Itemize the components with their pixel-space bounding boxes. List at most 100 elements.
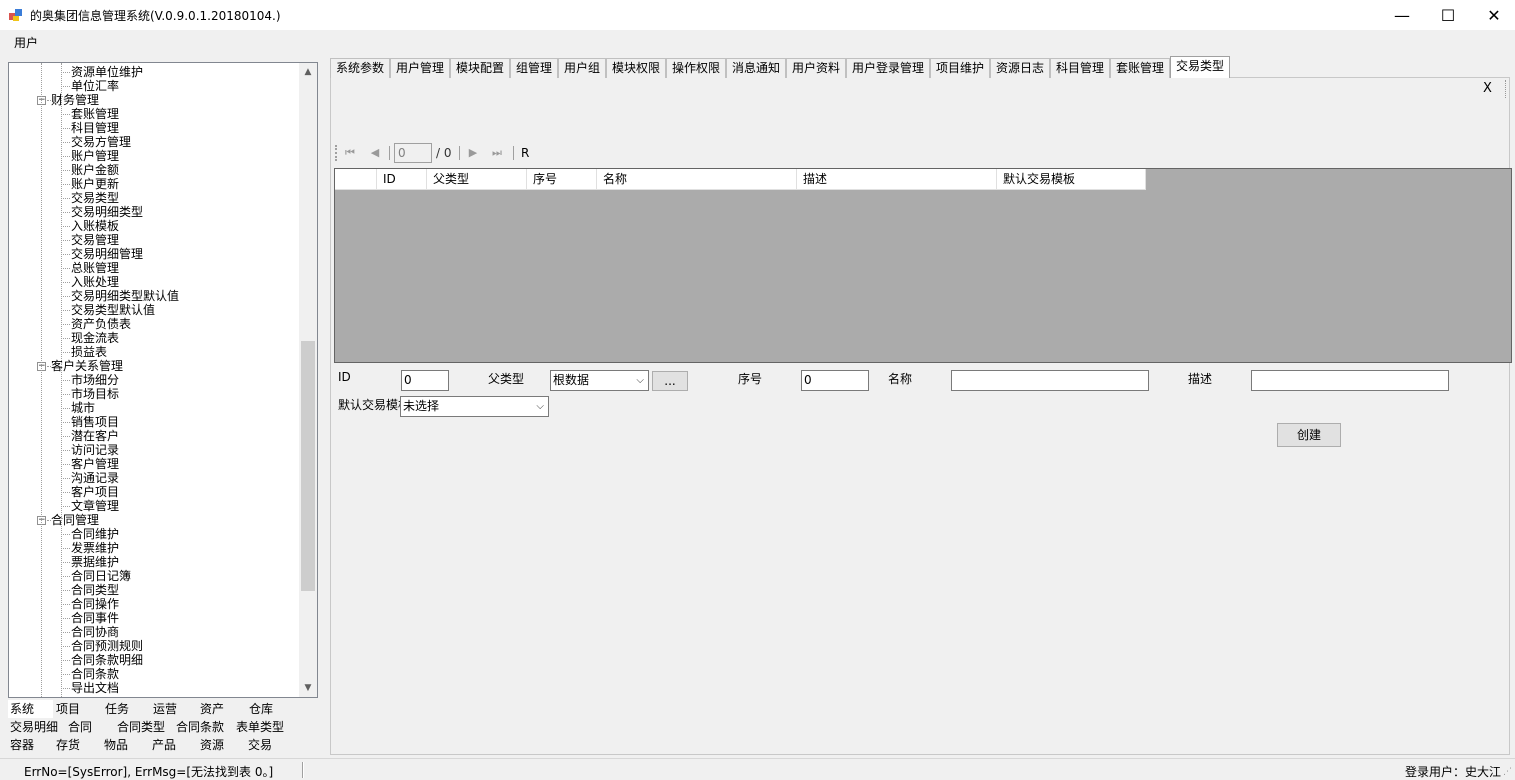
tree-item[interactable]: 销售项目 [71, 415, 119, 429]
nav-tab-container[interactable]: 容器 [8, 736, 54, 754]
tab-operation-permission[interactable]: 操作权限 [666, 58, 727, 78]
tree-item[interactable]: 现金流表 [71, 331, 119, 345]
move-last-icon[interactable]: ⏭ [489, 145, 505, 161]
nav-tab-transaction-detail[interactable]: 交易明细 [8, 718, 66, 736]
column-header-select[interactable] [335, 169, 377, 190]
tree-item[interactable]: 账户更新 [71, 177, 119, 191]
nav-tab-contract-type[interactable]: 合同类型 [115, 718, 175, 736]
transaction-type-grid[interactable]: ID 父类型 序号 名称 描述 默认交易模板 [334, 168, 1512, 363]
tree-item[interactable]: 合同管理 [51, 513, 99, 527]
nav-tab-warehouse[interactable]: 仓库 [247, 700, 295, 718]
tree-item[interactable]: 客户项目 [71, 485, 119, 499]
tree-item[interactable]: 合同类型 [71, 583, 119, 597]
move-first-icon[interactable]: ⏮ [342, 145, 358, 161]
scroll-down-icon[interactable]: ▼ [299, 679, 317, 697]
menu-user[interactable]: 用户 [8, 34, 44, 51]
tree-item[interactable]: 客户管理 [71, 457, 119, 471]
tree-item[interactable]: 合同条款 [71, 667, 119, 681]
tree-item[interactable]: 资源单位维护 [71, 65, 143, 79]
tab-group-management[interactable]: 组管理 [510, 58, 559, 78]
nav-tab-project[interactable]: 项目 [54, 700, 102, 718]
tab-project-maintenance[interactable]: 项目维护 [930, 58, 991, 78]
nav-tab-system[interactable]: 系统 [8, 700, 53, 718]
name-field[interactable] [951, 370, 1149, 391]
tree-item[interactable]: 合同维护 [71, 527, 119, 541]
tree-item[interactable]: 潜在客户 [71, 429, 119, 443]
parent-type-select[interactable]: 根数据 ⌵ [550, 370, 649, 391]
tab-subject-management[interactable]: 科目管理 [1050, 58, 1111, 78]
order-field[interactable]: 0 [801, 370, 869, 391]
refresh-button[interactable]: R [521, 146, 529, 160]
column-header-name[interactable]: 名称 [597, 169, 797, 190]
tab-user-profile[interactable]: 用户资料 [786, 58, 847, 78]
tree-item[interactable]: 资产负债表 [71, 317, 131, 331]
column-header-order[interactable]: 序号 [527, 169, 597, 190]
tab-resource-log[interactable]: 资源日志 [990, 58, 1051, 78]
position-input[interactable]: 0 [394, 143, 432, 163]
tree-item[interactable]: 财务管理 [51, 93, 99, 107]
nav-tab-task[interactable]: 任务 [103, 700, 151, 718]
nav-tab-inventory[interactable]: 存货 [54, 736, 102, 754]
description-field[interactable] [1251, 370, 1449, 391]
create-button[interactable]: 创建 [1277, 423, 1341, 447]
tree-item[interactable]: 市场目标 [71, 387, 119, 401]
tree-item[interactable]: 交易明细类型 [71, 205, 143, 219]
tab-user-group[interactable]: 用户组 [558, 58, 607, 78]
tree-item[interactable]: 合同事件 [71, 611, 119, 625]
maximize-button[interactable]: ☐ [1425, 0, 1471, 30]
nav-tab-operation[interactable]: 运营 [151, 700, 199, 718]
minimize-button[interactable]: — [1379, 0, 1425, 30]
nav-tab-product[interactable]: 产品 [150, 736, 198, 754]
tree-item[interactable]: 访问记录 [71, 443, 119, 457]
tree-item[interactable]: 交易方管理 [71, 135, 131, 149]
tab-user-management[interactable]: 用户管理 [390, 58, 451, 78]
id-field[interactable]: 0 [401, 370, 449, 391]
tree-item[interactable]: 套账管理 [71, 107, 119, 121]
nav-tab-item[interactable]: 物品 [102, 736, 150, 754]
column-header-default-template[interactable]: 默认交易模板 [997, 169, 1146, 190]
tree-item[interactable]: 城市 [71, 401, 95, 415]
tree-item[interactable]: 单位汇率 [71, 79, 119, 93]
resize-grip-icon[interactable]: ⋰ [1503, 767, 1512, 777]
scroll-up-icon[interactable]: ▲ [299, 63, 317, 81]
tree-item[interactable]: 合同预测规则 [71, 639, 143, 653]
tree-item[interactable]: 交易明细管理 [71, 247, 143, 261]
tree-item[interactable]: 科目管理 [71, 121, 119, 135]
nav-tab-form-type[interactable]: 表单类型 [234, 718, 296, 736]
nav-tab-resource[interactable]: 资源 [198, 736, 246, 754]
scroll-thumb[interactable] [301, 341, 315, 591]
tree-item[interactable]: 交易类型默认值 [71, 303, 155, 317]
tab-module-config[interactable]: 模块配置 [450, 58, 511, 78]
tree-item[interactable]: 入账处理 [71, 275, 119, 289]
tree-item[interactable]: 总账管理 [71, 261, 119, 275]
tab-ledger-management[interactable]: 套账管理 [1110, 58, 1171, 78]
nav-tab-asset[interactable]: 资产 [198, 700, 246, 718]
browse-parent-button[interactable]: ... [652, 371, 688, 391]
tree-item[interactable]: 沟通记录 [71, 471, 119, 485]
tab-message-notify[interactable]: 消息通知 [726, 58, 787, 78]
column-header-id[interactable]: ID [377, 169, 427, 190]
nav-tab-transaction[interactable]: 交易 [246, 736, 294, 754]
tree-item[interactable]: 损益表 [71, 345, 107, 359]
tab-user-login-management[interactable]: 用户登录管理 [846, 58, 931, 78]
tab-module-permission[interactable]: 模块权限 [606, 58, 667, 78]
nav-tab-contract-clause[interactable]: 合同条款 [174, 718, 234, 736]
tree-item[interactable]: 交易类型 [71, 191, 119, 205]
tree-item[interactable]: 合同日记簿 [71, 569, 131, 583]
tree-item[interactable]: 账户金额 [71, 163, 119, 177]
column-header-description[interactable]: 描述 [797, 169, 997, 190]
tree-item[interactable]: 文章管理 [71, 499, 119, 513]
tree-item[interactable]: 入账模板 [71, 219, 119, 233]
tree-item[interactable]: 合同协商 [71, 625, 119, 639]
move-next-icon[interactable]: ▶ [465, 145, 481, 161]
tree-item[interactable]: 合同条款明细 [71, 653, 143, 667]
module-tree[interactable]: 资源单位维护 单位汇率 财务管理 − 套账管理 科目管理 交易方管理 账户管理 账户金额 账户更新… [8, 62, 318, 698]
tree-scrollbar[interactable]: ▲ ▼ [299, 63, 317, 697]
tree-item[interactable]: 交易明细类型默认值 [71, 289, 179, 303]
tab-transaction-type[interactable]: 交易类型 [1170, 56, 1231, 78]
tree-item[interactable]: 账户管理 [71, 149, 119, 163]
tree-item[interactable]: 市场细分 [71, 373, 119, 387]
tree-item[interactable]: 导出文档 [71, 681, 119, 695]
move-previous-icon[interactable]: ◀ [367, 145, 383, 161]
close-window-button[interactable]: ✕ [1471, 0, 1515, 30]
